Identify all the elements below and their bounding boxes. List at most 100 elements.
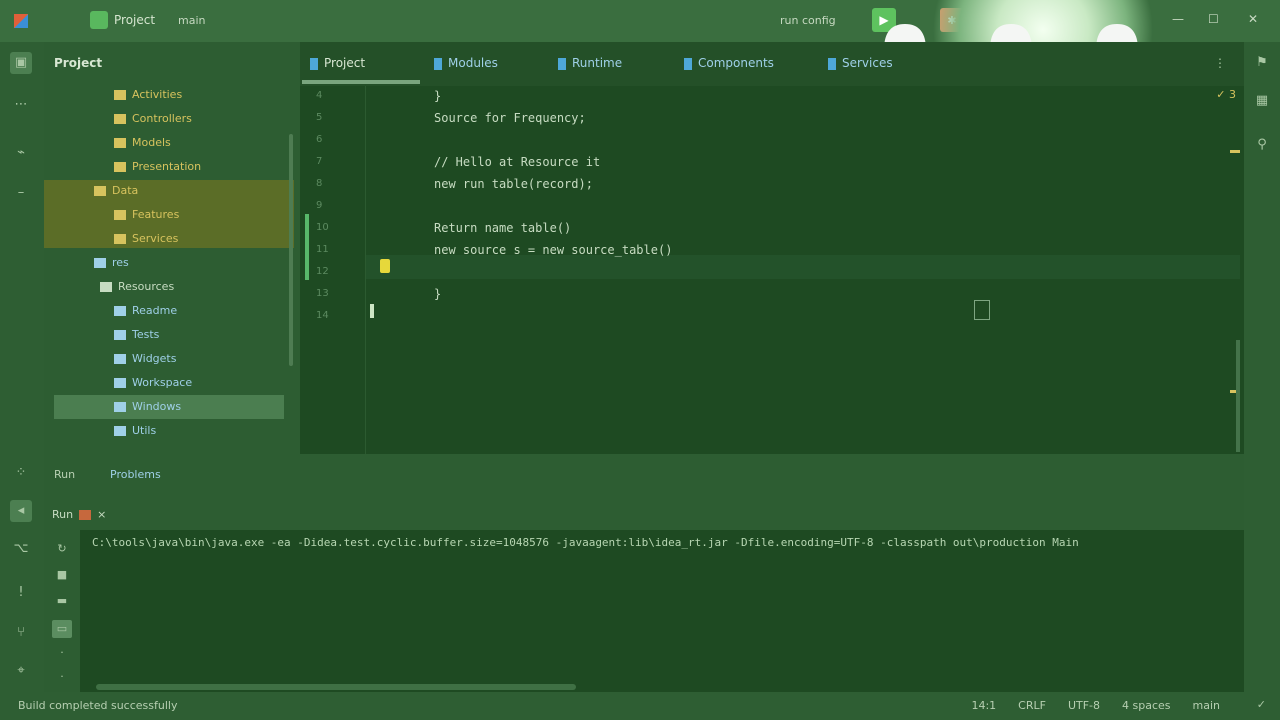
tab-components[interactable]: Components bbox=[684, 56, 774, 70]
stop-icon[interactable]: ■ bbox=[52, 566, 72, 584]
structure-tool-icon[interactable]: ⌁ bbox=[10, 142, 32, 164]
app-logo-icon[interactable] bbox=[14, 14, 28, 28]
delete-icon[interactable]: · bbox=[52, 668, 72, 686]
tree-item[interactable]: Activities bbox=[114, 84, 182, 106]
panel-title[interactable]: Project bbox=[54, 56, 102, 70]
tree-item[interactable]: res bbox=[94, 252, 129, 274]
folder-icon bbox=[114, 378, 126, 388]
database-icon[interactable]: ▦ bbox=[1251, 90, 1273, 112]
gradle-icon[interactable]: ⚲ bbox=[1251, 134, 1273, 156]
run-panel-header: Run × bbox=[44, 496, 1244, 530]
folder-icon bbox=[114, 210, 126, 220]
close-icon[interactable]: × bbox=[97, 508, 106, 521]
file-icon bbox=[434, 57, 442, 70]
console-horizontal-scrollbar[interactable] bbox=[96, 684, 576, 690]
inspection-widget[interactable]: ✓ 3 bbox=[1216, 88, 1236, 101]
error-stripe-marker[interactable] bbox=[1230, 150, 1240, 153]
console-line: C:\tools\java\bin\java.exe -ea -Didea.te… bbox=[92, 536, 1079, 549]
tree-item[interactable]: Widgets bbox=[114, 348, 176, 370]
console-output[interactable]: C:\tools\java\bin\java.exe -ea -Didea.te… bbox=[80, 530, 1240, 692]
file-icon bbox=[684, 57, 692, 70]
project-tool-icon[interactable]: ▣ bbox=[10, 52, 32, 74]
tree-item[interactable]: Data bbox=[94, 180, 138, 202]
breadcrumb-problems[interactable]: Problems bbox=[110, 468, 161, 481]
tree-item[interactable]: Features bbox=[114, 204, 179, 226]
more-tools-icon[interactable]: – bbox=[10, 182, 32, 204]
project-icon bbox=[90, 11, 108, 29]
tab-modules[interactable]: Modules bbox=[434, 56, 498, 70]
tree-item[interactable]: Utils bbox=[114, 420, 156, 442]
tree-item[interactable]: Readme bbox=[114, 300, 177, 322]
vcs-branch[interactable]: main bbox=[1193, 699, 1220, 712]
tree-item[interactable]: Workspace bbox=[114, 372, 192, 394]
branch-selector[interactable]: main bbox=[178, 14, 205, 27]
scroll-end-icon[interactable]: ▭ bbox=[52, 620, 72, 638]
tree-item-label: res bbox=[112, 256, 129, 269]
panel-scrollbar[interactable] bbox=[289, 134, 293, 366]
run-tool-icon[interactable]: ◂ bbox=[10, 500, 32, 522]
ide-window: Project main run config ▶ ✱ — ☐ ✕ ▣ ⋯ ⌁ … bbox=[0, 0, 1280, 720]
notifications-bell-icon[interactable]: ✓ bbox=[1257, 698, 1266, 711]
minimize-button[interactable]: — bbox=[1172, 12, 1184, 26]
tree-item[interactable]: Presentation bbox=[114, 156, 201, 178]
file-icon bbox=[558, 57, 566, 70]
wrap-icon[interactable]: ▬ bbox=[52, 592, 72, 610]
terminal-tool-icon[interactable]: ⌥ bbox=[10, 538, 32, 560]
git-tool-icon[interactable]: ⑂ bbox=[10, 622, 32, 644]
tree-item-label: Features bbox=[132, 208, 180, 221]
run-tab-label: Run bbox=[52, 508, 74, 521]
tree-item[interactable]: Windows bbox=[114, 396, 181, 418]
tree-item[interactable]: Models bbox=[114, 132, 171, 154]
current-line-highlight bbox=[366, 255, 1240, 279]
breadcrumb-run[interactable]: Run bbox=[54, 468, 75, 481]
problems-tool-icon[interactable]: ! bbox=[10, 582, 32, 604]
tree-item-label: Widgets bbox=[132, 352, 177, 365]
folder-icon bbox=[100, 282, 112, 292]
folder-icon bbox=[114, 354, 126, 364]
code-line: Return name table() bbox=[434, 221, 572, 235]
services-tool-icon[interactable]: ⁘ bbox=[10, 462, 32, 484]
code-editor: Project Modules Runtime Components Servi… bbox=[300, 42, 1244, 454]
tab-runtime[interactable]: Runtime bbox=[558, 56, 622, 70]
run-tab[interactable]: Run × bbox=[52, 508, 106, 521]
caret-position[interactable]: 14:1 bbox=[971, 699, 996, 712]
line-separator[interactable]: CRLF bbox=[1018, 699, 1046, 712]
tree-item-label: Workspace bbox=[132, 376, 193, 389]
maximize-button[interactable]: ☐ bbox=[1208, 12, 1219, 26]
line-number: 11 bbox=[316, 244, 329, 255]
line-number: 4 bbox=[316, 90, 323, 101]
rerun-icon[interactable]: ↻ bbox=[52, 540, 72, 558]
lightbulb-icon[interactable] bbox=[380, 259, 390, 273]
tree-item[interactable]: Tests bbox=[114, 324, 159, 346]
tab-project[interactable]: Project bbox=[310, 56, 365, 70]
print-icon[interactable]: · bbox=[52, 644, 72, 662]
vcs-change-marker[interactable] bbox=[305, 214, 309, 280]
status-message[interactable]: Build completed successfully bbox=[18, 699, 177, 712]
tabs-more-icon[interactable]: ⋮ bbox=[1214, 56, 1226, 70]
line-number: 14 bbox=[316, 310, 329, 321]
tree-item[interactable]: Controllers bbox=[114, 108, 192, 130]
editor-scrollbar[interactable] bbox=[1236, 340, 1240, 452]
tree-item[interactable]: Resources bbox=[100, 276, 174, 298]
line-number: 9 bbox=[316, 200, 323, 211]
notifications-icon[interactable]: ⚑ bbox=[1251, 52, 1273, 74]
close-button[interactable]: ✕ bbox=[1248, 12, 1258, 26]
file-encoding[interactable]: UTF-8 bbox=[1068, 699, 1100, 712]
editor-tab-bar: Project Modules Runtime Components Servi… bbox=[300, 42, 1244, 86]
indent-setting[interactable]: 4 spaces bbox=[1122, 699, 1171, 712]
tree-item[interactable]: Services bbox=[114, 228, 178, 250]
folder-icon bbox=[114, 162, 126, 172]
project-selector[interactable]: Project bbox=[90, 11, 155, 29]
run-configuration-selector[interactable]: run config bbox=[780, 14, 836, 27]
folder-icon bbox=[114, 138, 126, 148]
tab-services[interactable]: Services bbox=[828, 56, 893, 70]
line-number: 5 bbox=[316, 112, 323, 123]
tree-item-label: Controllers bbox=[132, 112, 192, 125]
commit-tool-icon[interactable]: ⋯ bbox=[10, 94, 32, 116]
right-tool-strip: ⚑ ▦ ⚲ bbox=[1244, 42, 1280, 692]
debug-tool-icon[interactable]: ⌖ bbox=[10, 660, 32, 682]
caret bbox=[974, 300, 990, 320]
folder-icon bbox=[114, 426, 126, 436]
project-panel: Project Activities Controllers Models Prese… bbox=[44, 42, 300, 454]
line-number: 13 bbox=[316, 288, 329, 299]
